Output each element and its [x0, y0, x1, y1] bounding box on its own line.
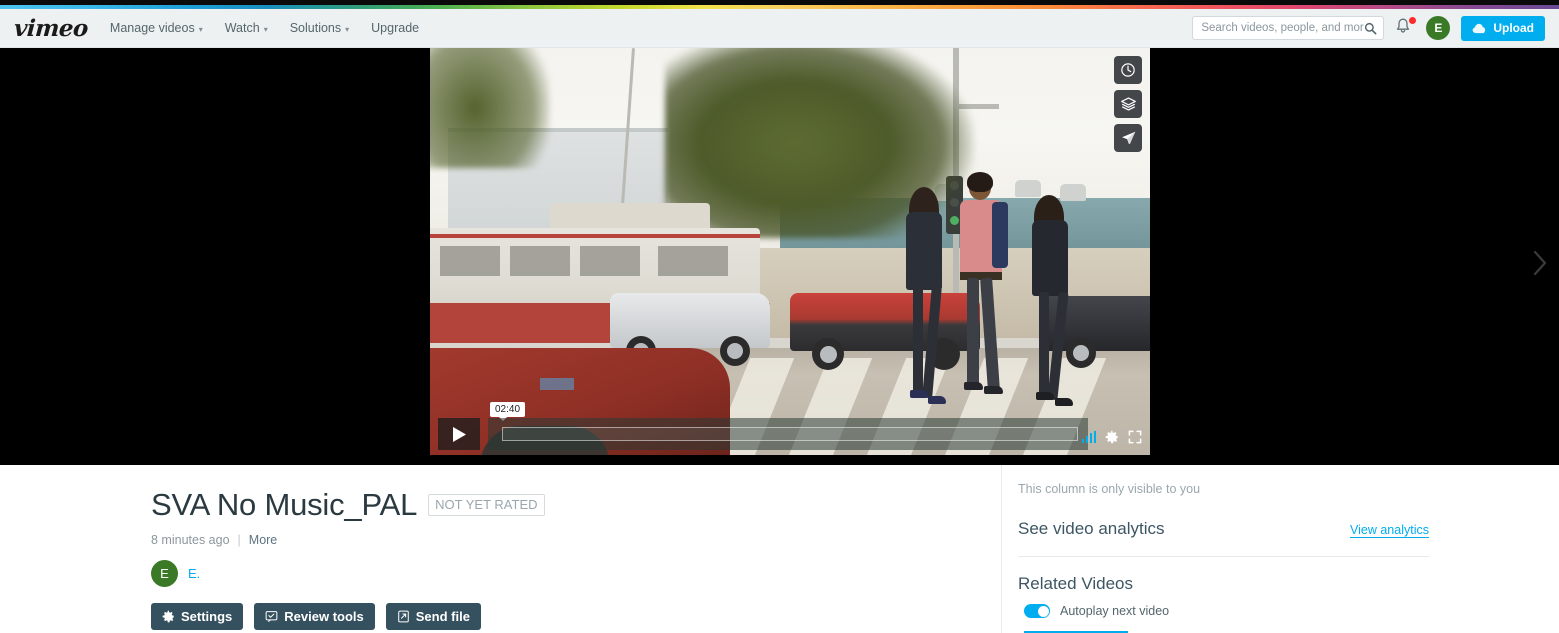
player-right-controls — [1081, 430, 1143, 444]
sidebar-divider — [1018, 556, 1429, 557]
meta-separator: | — [237, 533, 241, 547]
status-badge: NOT YET RATED — [428, 494, 545, 516]
site-header: vimeo Manage videos ▾ Watch ▾ Solutions … — [0, 9, 1559, 48]
clock-icon — [1121, 63, 1135, 77]
user-avatar-header[interactable]: E — [1426, 16, 1451, 40]
stack-icon — [1120, 97, 1136, 111]
review-check-icon — [265, 611, 278, 622]
review-tools-button[interactable]: Review tools — [254, 603, 375, 630]
notification-badge-dot — [1409, 17, 1417, 24]
page-title: SVA No Music_PAL — [151, 487, 418, 522]
settings-gear-icon[interactable] — [1105, 430, 1119, 444]
video-scene-wheel-rim — [820, 346, 837, 363]
video-scene-truck-decal — [540, 378, 574, 390]
video-owner: E E. — [151, 560, 1001, 587]
nav-item-solutions[interactable]: Solutions ▾ — [290, 21, 349, 35]
owner-avatar[interactable]: E — [151, 560, 178, 587]
search-icon[interactable] — [1364, 22, 1377, 35]
nav-label: Manage videos — [109, 21, 195, 35]
private-sidebar: This column is only visible to you See v… — [1001, 465, 1559, 633]
settings-button[interactable]: Settings — [151, 603, 244, 630]
paper-plane-icon — [1121, 131, 1135, 144]
add-to-collection-button[interactable] — [1114, 90, 1142, 118]
time-tooltip: 02:40 — [490, 402, 526, 421]
chevron-right-icon — [1533, 250, 1547, 276]
upload-button-label: Upload — [1493, 21, 1534, 35]
nav-label: Solutions — [289, 21, 342, 35]
nav-label: Watch — [224, 21, 260, 35]
video-scene-wheel-rim — [727, 343, 743, 359]
upload-time: 8 minutes ago — [151, 533, 230, 547]
chevron-down-icon: ▾ — [345, 24, 350, 34]
video-action-buttons: Settings Review tools Send file — [151, 603, 1001, 630]
autoplay-toggle[interactable] — [1024, 604, 1050, 618]
nav-item-upgrade[interactable]: Upgrade — [371, 21, 419, 35]
search-box[interactable] — [1192, 16, 1385, 40]
vimeo-logo[interactable]: vimeo — [13, 15, 89, 42]
search-input[interactable] — [1201, 22, 1365, 34]
autoplay-label: Autoplay next video — [1060, 604, 1170, 618]
upload-button[interactable]: Upload — [1461, 15, 1545, 41]
player-controls: 02:40 — [430, 402, 1150, 455]
review-tools-button-label: Review tools — [284, 609, 364, 624]
next-video-arrow-button[interactable] — [1527, 243, 1553, 283]
video-scene-wheel-rim — [1073, 345, 1089, 361]
play-button[interactable] — [438, 418, 480, 450]
video-scene-bus-stripe — [430, 234, 760, 238]
player-overlay-actions — [1114, 56, 1142, 152]
chevron-down-icon: ▾ — [198, 24, 203, 34]
upload-cloud-icon — [1472, 23, 1486, 33]
video-meta: 8 minutes ago | More — [151, 533, 1001, 547]
quality-bars-icon[interactable] — [1081, 431, 1096, 443]
video-player[interactable]: 02:40 — [430, 48, 1150, 455]
send-file-button[interactable]: Send file — [385, 603, 481, 630]
analytics-row: See video analytics View analytics — [1018, 519, 1429, 539]
title-row: SVA No Music_PAL NOT YET RATED — [151, 487, 1001, 523]
nav-item-watch[interactable]: Watch ▾ — [225, 21, 268, 35]
autoplay-row: Autoplay next video — [1018, 604, 1429, 618]
nav-item-manage-videos[interactable]: Manage videos ▾ — [110, 21, 203, 35]
video-scene-bus-window — [510, 246, 570, 276]
related-videos-title: Related Videos — [1018, 574, 1133, 593]
nav-label: Upgrade — [371, 21, 420, 35]
video-scene-bus-window — [440, 246, 500, 276]
fullscreen-icon[interactable] — [1128, 430, 1142, 444]
owner-name-link[interactable]: E. — [188, 566, 200, 581]
settings-button-label: Settings — [181, 609, 233, 624]
play-icon — [452, 426, 466, 442]
page-content: SVA No Music_PAL NOT YET RATED 8 minutes… — [0, 465, 1559, 633]
progress-track[interactable] — [502, 427, 1078, 441]
video-scene-bus-window — [658, 246, 728, 276]
video-details-column: SVA No Music_PAL NOT YET RATED 8 minutes… — [0, 465, 1001, 633]
video-scene-bus-window — [580, 246, 640, 276]
share-button[interactable] — [1114, 124, 1142, 152]
send-file-icon — [397, 610, 409, 623]
more-link[interactable]: More — [249, 533, 277, 547]
gear-icon — [162, 610, 175, 623]
view-analytics-link[interactable]: View analytics — [1350, 523, 1429, 538]
progress-bar[interactable] — [488, 418, 1088, 450]
watch-later-button[interactable] — [1114, 56, 1142, 84]
video-scene-roof-vent — [1015, 180, 1041, 197]
video-stage: 02:40 — [0, 48, 1559, 465]
chevron-down-icon: ▾ — [263, 24, 268, 34]
private-column-note: This column is only visible to you — [1018, 482, 1201, 496]
video-scene-tree-left — [430, 48, 550, 168]
video-scene-roof-vent — [1060, 184, 1086, 201]
send-file-button-label: Send file — [415, 609, 470, 624]
header-actions: E Upload — [1192, 15, 1545, 41]
analytics-label: See video analytics — [1018, 519, 1165, 538]
notifications-button[interactable] — [1395, 17, 1417, 39]
